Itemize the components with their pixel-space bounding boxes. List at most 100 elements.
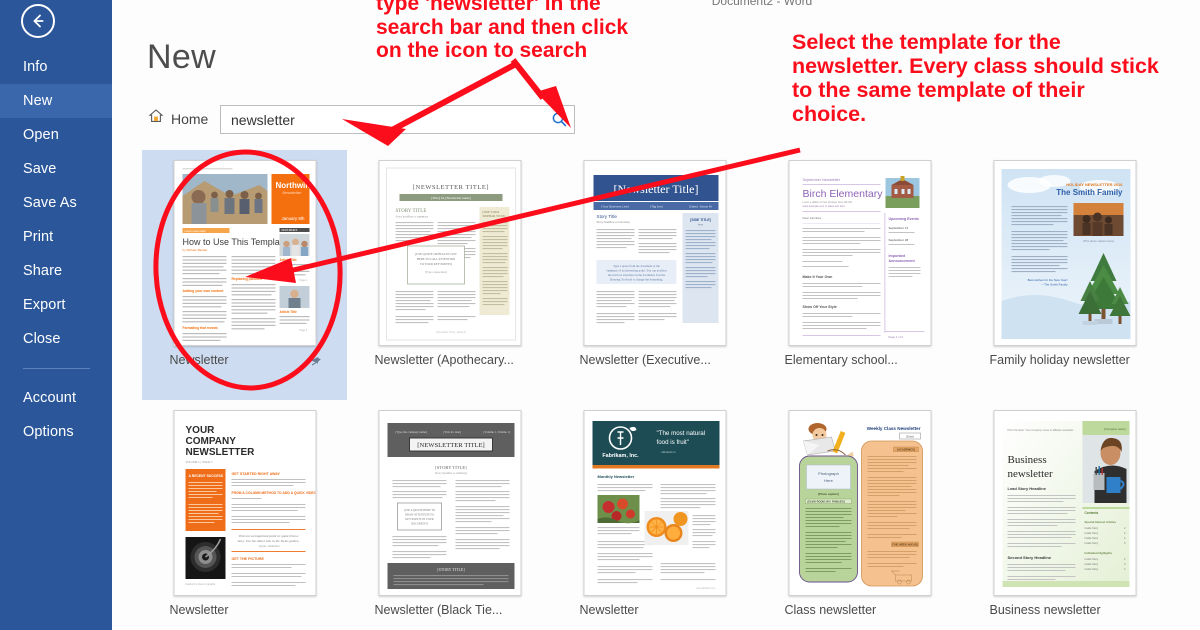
backstage-sidebar: Info New Open Save Save As Print Share E… (0, 0, 112, 630)
svg-text:~Ricardo C.: ~Ricardo C. (660, 450, 676, 454)
svg-text:Inside Story: Inside Story (1084, 562, 1098, 566)
template-tile-newsletter-apothecary[interactable]: [NEWSLETTER TITLE] [Title] for [Newslett… (347, 150, 552, 400)
template-tile-newsletter-executive[interactable]: [Newsletter Title] [Your Business Line] … (552, 150, 757, 400)
template-caption: Newsletter (579, 603, 639, 617)
svg-text:Story headline or summary: Story headline or summary (596, 220, 630, 224)
template-thumbnail[interactable]: [Type the company name] [Tick for date] … (378, 410, 521, 596)
svg-text:www.example.com or place text: www.example.com or place text here (802, 204, 845, 208)
svg-text:[STORY TITLE]: [STORY TITLE] (435, 465, 467, 470)
template-tile-family-holiday[interactable]: HOLIDAY NEWSLETTER 2016 The Smith Family (962, 150, 1167, 400)
svg-text:YOUR: YOUR (185, 425, 215, 436)
svg-text:Lead Story Headline: Lead Story Headline (1007, 486, 1046, 491)
template-thumbnail[interactable]: HOLIDAY NEWSLETTER 2016 The Smith Family (993, 160, 1136, 346)
svg-text:[Company name]: [Company name] (1104, 427, 1126, 431)
svg-text:[Date]: [Date] (905, 435, 913, 439)
sidebar-item-options[interactable]: Options (0, 415, 112, 449)
template-thumbnail[interactable]: [NEWSLETTER TITLE] [Title] for [Newslett… (378, 160, 521, 346)
svg-text:Monthly Newsletter: Monthly Newsletter (597, 474, 634, 479)
svg-text:Page 3: Page 3 (299, 329, 307, 332)
svg-text:The Smith Family: The Smith Family (1056, 188, 1123, 197)
svg-text:Lorem ipsum dolor: Lorem ipsum dolor (184, 229, 206, 233)
svg-text:September Newsletter: September Newsletter (802, 178, 840, 182)
template-caption: Business newsletter (989, 603, 1101, 617)
svg-text:VOLUME 1 | ISSUE 1: VOLUME 1 | ISSUE 1 (185, 460, 213, 464)
back-arrow-icon[interactable] (21, 4, 55, 38)
template-tile-class-newsletter[interactable]: Weekly Class Newsletter [Date] Photograp… (757, 400, 962, 630)
template-tile-fabrikam-newsletter[interactable]: Fabrikam, Inc. "The most natural food is… (552, 400, 757, 630)
sidebar-item-print[interactable]: Print (0, 220, 112, 254)
sidebar-divider (23, 368, 90, 369)
sidebar-item-share[interactable]: Share (0, 254, 112, 288)
template-thumbnail[interactable]: YOUR COMPANY NEWSLETTER VOLUME 1 | ISSUE… (173, 410, 316, 596)
svg-text:summary of an interesting poin: summary of an interesting point. You can… (606, 269, 666, 273)
svg-text:DRAW ATTENTION TO: DRAW ATTENTION TO (405, 514, 434, 517)
svg-text:here: here (697, 223, 703, 227)
svg-text:Upcoming Events: Upcoming Events (888, 217, 918, 221)
backstage-nav-list: Info New Open Save Save As Print Share E… (0, 50, 112, 449)
svg-text:Here: Here (824, 478, 833, 483)
svg-text:Announcement: Announcement (888, 259, 915, 263)
home-link[interactable]: Home (148, 108, 208, 129)
sidebar-item-close[interactable]: Close (0, 322, 112, 356)
template-tile-elementary-school[interactable]: September Newsletter Birch Elementary Le… (757, 150, 962, 400)
sidebar-item-export[interactable]: Export (0, 288, 112, 322)
template-thumbnail[interactable]: September Newsletter Birch Elementary Le… (788, 160, 931, 346)
svg-text:[ELMO ROOM 140 / FAMILIES]: [ELMO ROOM 140 / FAMILIES] (807, 500, 844, 504)
sidebar-item-account[interactable]: Account (0, 381, 112, 415)
template-thumbnail[interactable]: Fabrikam, Inc. "The most natural food is… (583, 410, 726, 596)
sidebar-item-open[interactable]: Open (0, 118, 112, 152)
svg-text:[SIDE TITLE]: [SIDE TITLE] (690, 218, 711, 222)
svg-text:Caption for photo or graphic: Caption for photo or graphic (185, 583, 215, 586)
sidebar-item-save-as[interactable]: Save As (0, 186, 112, 220)
svg-text:Important: Important (888, 254, 905, 258)
svg-text:Inside Story: Inside Story (1084, 567, 1098, 571)
sidebar-item-save[interactable]: Save (0, 152, 112, 186)
page-title: New (147, 38, 216, 76)
search-input[interactable] (221, 111, 544, 128)
svg-text:SIDEBAR TITLE]: SIDEBAR TITLE] (482, 214, 505, 218)
svg-text:Inside Story: Inside Story (1084, 526, 1098, 530)
svg-text:food is fruit": food is fruit" (656, 439, 688, 446)
svg-text:Make It Your Own: Make It Your Own (802, 275, 832, 279)
template-tile-newsletter-black-tie[interactable]: [Type the company name] [Tick for date] … (347, 400, 552, 630)
svg-text:[Story headline or summary]: [Story headline or summary] (434, 472, 466, 475)
svg-text:"The most natural: "The most natural (656, 430, 705, 437)
svg-text:[Your Business Line]: [Your Business Line] (601, 205, 628, 209)
svg-text:Adding your own content: Adding your own content (182, 289, 224, 293)
svg-text:Birch Elementary: Birch Elementary (802, 188, 883, 200)
svg-text:Second Story Headline: Second Story Headline (1007, 555, 1051, 560)
template-caption: Family holiday newsletter (989, 353, 1130, 367)
template-thumbnail[interactable]: Northwind Newsletter January 8th Lorem i… (173, 160, 316, 346)
template-thumbnail[interactable]: [Newsletter Title] [Your Business Line] … (583, 160, 726, 346)
svg-text:[Newsletter Title]: [Newsletter Title] (613, 182, 698, 196)
word-backstage-new-screen: Info New Open Save Save As Print Share E… (0, 0, 1200, 630)
template-tile-newsletter-northwind[interactable]: Northwind Newsletter January 8th Lorem i… (142, 150, 347, 400)
svg-text:Page 2: Page 2 (299, 279, 307, 282)
sidebar-item-info[interactable]: Info (0, 50, 112, 84)
svg-text:Inside Story: Inside Story (1084, 536, 1098, 540)
svg-text:How to Use This Template: How to Use This Template (182, 237, 287, 247)
svg-text:Special Interest Articles: Special Interest Articles (1084, 520, 1116, 524)
annotation-template-instruction: Select the template for the newsletter. … (792, 30, 1159, 127)
template-tile-business-newsletter[interactable]: [Company name] Print this letter. Your c… (962, 400, 1167, 630)
svg-text:A RECENT SUCCESS: A RECENT SUCCESS (188, 474, 223, 478)
svg-text:[Photo caption]: [Photo caption] (818, 492, 839, 496)
svg-text:DOCUMENT]: DOCUMENT] (411, 523, 428, 526)
search-icon[interactable] (544, 106, 574, 133)
svg-text:Dear Families,: Dear Families, (802, 216, 822, 220)
svg-text:[Type the company name]: [Type the company name] (395, 430, 426, 434)
svg-text:newsletter: newsletter (1007, 468, 1053, 480)
svg-text:Show Off Your Style: Show Off Your Style (802, 305, 836, 309)
document-title: Document2 - Word (711, 0, 813, 8)
svg-text:Story Title: Story Title (596, 214, 617, 219)
svg-text:September 28: September 28 (888, 238, 908, 242)
svg-text:[NEWSLETTER TITLE]: [NEWSLETTER TITLE] (417, 442, 484, 449)
sidebar-item-new[interactable]: New (0, 84, 112, 118)
home-label: Home (171, 110, 209, 127)
template-thumbnail[interactable]: Weekly Class Newsletter [Date] Photograp… (788, 410, 931, 596)
template-tile-company-newsletter[interactable]: YOUR COMPANY NEWSLETTER VOLUME 1 | ISSUE… (142, 400, 347, 630)
pin-icon[interactable] (309, 353, 323, 372)
template-thumbnail[interactable]: [Company name] Print this letter. Your c… (993, 410, 1136, 596)
svg-text:HERE TO CALL ATTENTION: HERE TO CALL ATTENTION (416, 257, 455, 261)
search-box[interactable] (220, 105, 575, 134)
